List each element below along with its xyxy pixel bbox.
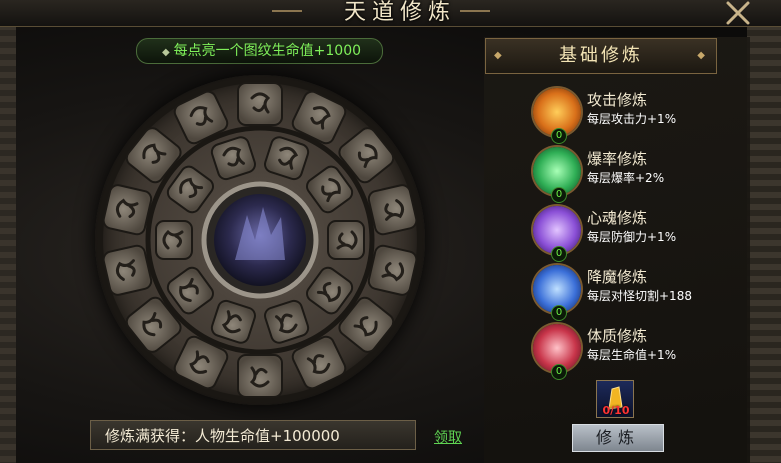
rune-tile[interactable]: [336, 125, 396, 186]
skill-level: 0: [551, 128, 567, 144]
cultivation-window: 天道修炼 ◆ 每点亮一个图纹生命值+1000 ◆ 基础修炼 ◆ 0 攻击修炼 每…: [0, 0, 781, 463]
skill-constitution[interactable]: 0 体质修炼 每层生命值+1%: [533, 324, 733, 380]
skill-level: 0: [551, 187, 567, 203]
rune-tile[interactable]: [102, 244, 153, 296]
stone-border-left: [0, 0, 16, 463]
diamond-icon: ◆: [494, 50, 505, 61]
rune-tile[interactable]: [124, 125, 184, 186]
skill-level: 0: [551, 305, 567, 321]
close-button[interactable]: [725, 0, 751, 26]
diamond-icon: ◆: [697, 50, 708, 61]
rune-tile[interactable]: [124, 295, 184, 356]
rune-tile[interactable]: [263, 299, 310, 345]
skill-droprate[interactable]: 0 爆率修炼 每层爆率+2%: [533, 147, 733, 203]
skill-demon[interactable]: 0 降魔修炼 每层对怪切割+188: [533, 265, 733, 321]
rune-tile[interactable]: [327, 220, 365, 260]
panel-title: 基础修炼: [559, 45, 643, 66]
skill-desc: 每层防御力+1%: [587, 230, 677, 244]
claim-link[interactable]: 领取: [434, 427, 462, 447]
rune-tile[interactable]: [367, 244, 418, 296]
rune-tile[interactable]: [263, 135, 310, 181]
rune-tile[interactable]: [155, 220, 193, 260]
skill-level: 0: [551, 364, 567, 380]
skill-desc: 每层攻击力+1%: [587, 112, 677, 126]
rune-tile[interactable]: [102, 184, 153, 236]
skill-name: 降魔修炼: [587, 268, 648, 286]
rune-tile[interactable]: [237, 82, 283, 126]
skill-name: 体质修炼: [587, 327, 648, 345]
rune-tile[interactable]: [367, 184, 418, 236]
hint-banner: ◆ 每点亮一个图纹生命值+1000: [136, 38, 383, 64]
skill-name: 攻击修炼: [587, 91, 648, 109]
skill-name: 心魂修炼: [587, 209, 648, 227]
material-count: 0/10: [602, 404, 630, 417]
skill-desc: 每层爆率+2%: [587, 171, 665, 185]
skill-desc: 每层对怪切割+188: [587, 289, 692, 303]
rune-tile[interactable]: [237, 354, 283, 398]
skill-attack[interactable]: 0 攻击修炼 每层攻击力+1%: [533, 88, 733, 144]
panel-header: ◆ 基础修炼 ◆: [485, 38, 717, 74]
diamond-icon: ◆: [161, 47, 170, 58]
rune-tile[interactable]: [336, 295, 396, 356]
reward-text: 修炼满获得：人物生命值+100000: [90, 420, 416, 450]
skill-soul[interactable]: 0 心魂修炼 每层防御力+1%: [533, 206, 733, 262]
skill-name: 爆率修炼: [587, 150, 648, 168]
rune-tile[interactable]: [210, 299, 257, 345]
stone-border-right: [747, 0, 781, 463]
hint-text: 每点亮一个图纹生命值+1000: [173, 43, 362, 59]
window-title: 天道修炼: [343, 0, 456, 25]
title-ornament-left: [272, 10, 302, 12]
train-button[interactable]: 修炼: [572, 424, 664, 452]
rune-wheel-svg: [97, 77, 423, 403]
rune-tile[interactable]: [210, 135, 257, 181]
close-icon: [726, 1, 750, 25]
skill-level: 0: [551, 246, 567, 262]
skill-desc: 每层生命值+1%: [587, 348, 677, 362]
